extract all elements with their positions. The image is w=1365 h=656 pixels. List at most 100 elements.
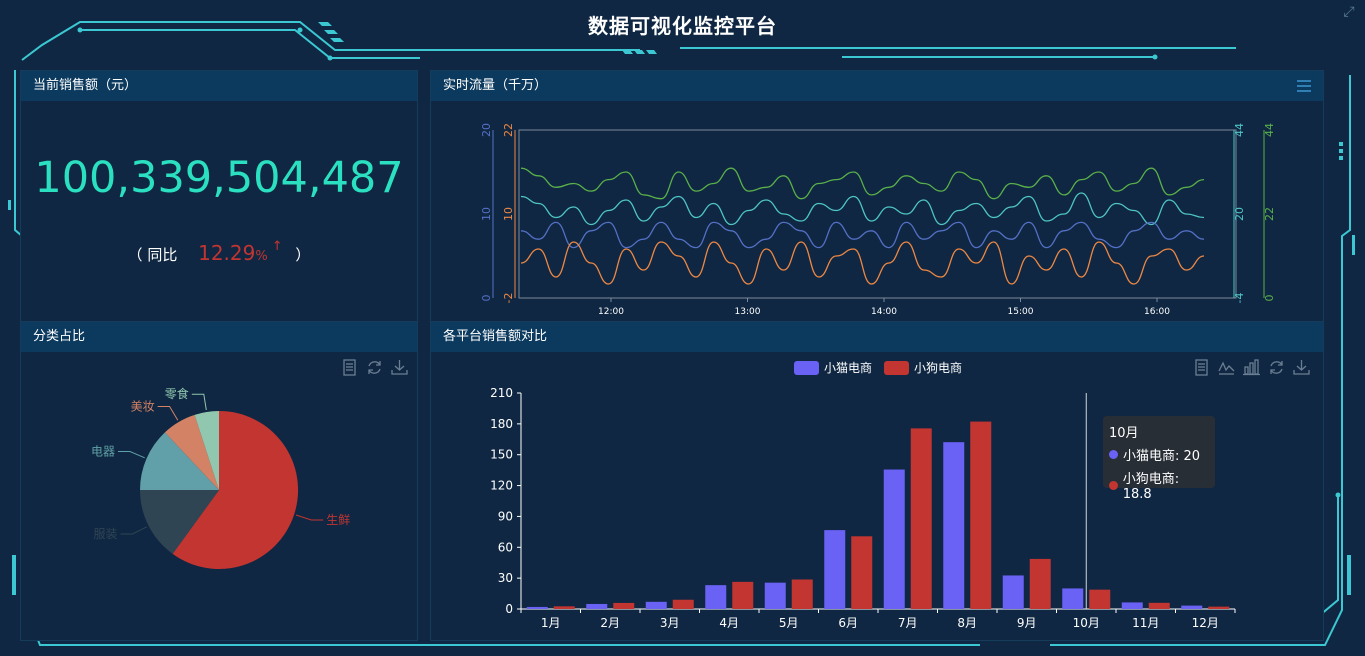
y-tick-label: 0 bbox=[1263, 295, 1276, 302]
bar bbox=[824, 530, 846, 609]
bar bbox=[1062, 588, 1084, 609]
pie-label: 电器 bbox=[91, 444, 115, 458]
y-tick-label: 0 bbox=[480, 295, 493, 302]
tooltip-dot bbox=[1109, 450, 1118, 459]
bar bbox=[645, 601, 667, 609]
x-tick-label: 5月 bbox=[779, 616, 799, 630]
series-line bbox=[520, 192, 1205, 226]
flow-line-chart: 0 10 20 -2 10 22 -4 20 44 0 22 44 12:00 13:00 14:00 15:… bbox=[480, 123, 1276, 317]
x-tick-label: 11月 bbox=[1132, 616, 1159, 630]
yoy-close: ） bbox=[295, 246, 311, 264]
panel-title: 分类占比 bbox=[21, 322, 417, 352]
x-tick-label: 10月 bbox=[1073, 616, 1100, 630]
y-tick-label: 44 bbox=[1263, 123, 1276, 137]
bar bbox=[732, 581, 754, 609]
x-tick-label: 7月 bbox=[898, 616, 918, 630]
x-tick-label: 9月 bbox=[1017, 616, 1037, 630]
pie-label: 生鲜 bbox=[326, 513, 350, 527]
x-tick-label: 2月 bbox=[600, 616, 620, 630]
plot-border bbox=[518, 129, 1237, 299]
y-tick-label: 0 bbox=[505, 602, 513, 616]
hamburger-menu-icon[interactable] bbox=[1295, 77, 1313, 95]
pie-label-line bbox=[295, 514, 324, 521]
y-tick-label: -4 bbox=[1233, 293, 1246, 304]
y-tick-label: 10 bbox=[480, 207, 493, 221]
y-tick-label: 120 bbox=[490, 479, 513, 493]
chart-tooltip: 10月 小猫电商: 20 小狗电商: 18.8 bbox=[1103, 416, 1215, 502]
x-tick-label: 3月 bbox=[660, 616, 680, 630]
series-line bbox=[520, 241, 1205, 285]
yoy-percent: 12.29 bbox=[198, 241, 256, 265]
pie-label: 美妆 bbox=[131, 400, 155, 414]
bar bbox=[1029, 558, 1051, 609]
x-tick-label: 6月 bbox=[838, 616, 858, 630]
fullscreen-icon[interactable]: ⤢ bbox=[1341, 4, 1357, 20]
y-tick-label: 20 bbox=[1233, 207, 1246, 221]
platform-sales-panel: 各平台销售额对比 小猫电商 小狗电商 0 30 60 90 120 150 180 210 1月… bbox=[430, 321, 1324, 641]
bar bbox=[613, 602, 635, 609]
tooltip-row-cat: 小猫电商: 20 bbox=[1123, 449, 1201, 464]
sales-amount: 100,339,504,487 bbox=[34, 153, 404, 203]
pie-label: 服装 bbox=[94, 527, 118, 541]
pie-label: 零食 bbox=[165, 386, 189, 401]
yoy-label: （ 同比 bbox=[127, 246, 178, 264]
bar bbox=[586, 603, 608, 609]
bar bbox=[553, 606, 575, 609]
x-tick-label: 16:00 bbox=[1144, 307, 1170, 317]
y-tick-label: 210 bbox=[490, 386, 513, 400]
bar bbox=[943, 442, 965, 609]
x-tick-label: 12月 bbox=[1192, 616, 1219, 630]
tooltip-row-dog: 小狗电商: 18.8 bbox=[1122, 472, 1180, 502]
realtime-flow-panel: 实时流量（千万） 0 10 20 -2 10 22 -4 20 44 0 22 44 12:00 13:0… bbox=[430, 70, 1324, 322]
y-tick-label: 60 bbox=[498, 540, 513, 554]
x-tick-label: 15:00 bbox=[1008, 307, 1034, 317]
x-tick-label: 12:00 bbox=[598, 307, 624, 317]
y-tick-label: 150 bbox=[490, 448, 513, 462]
bar bbox=[672, 599, 694, 609]
y-tick-label: -2 bbox=[502, 293, 515, 304]
bar bbox=[764, 582, 786, 609]
x-tick-label: 14:00 bbox=[871, 307, 897, 317]
bar bbox=[1002, 575, 1024, 609]
y-tick-label: 180 bbox=[490, 417, 513, 431]
bar bbox=[526, 606, 548, 609]
bar bbox=[910, 428, 932, 609]
bar bbox=[970, 421, 992, 609]
y-tick-label: 90 bbox=[498, 509, 513, 523]
category-share-panel: 分类占比 生鲜服装 电器 美妆 零食 bbox=[20, 321, 418, 641]
x-tick-label: 1月 bbox=[541, 616, 561, 630]
series-line bbox=[520, 167, 1205, 200]
y-tick-label: 44 bbox=[1233, 123, 1246, 137]
category-pie-chart: 生鲜服装 电器 美妆零食 bbox=[91, 386, 350, 569]
x-tick-label: 4月 bbox=[719, 616, 739, 630]
series-line bbox=[520, 221, 1205, 249]
y-tick-label: 22 bbox=[502, 123, 515, 137]
y-tick-label: 10 bbox=[502, 207, 515, 221]
pie-label-line bbox=[118, 451, 145, 459]
pie-label-line bbox=[191, 393, 207, 411]
tooltip-month: 10月 bbox=[1109, 426, 1139, 441]
bar bbox=[1181, 605, 1203, 609]
bar bbox=[705, 585, 727, 609]
y-tick-label: 30 bbox=[498, 571, 513, 585]
x-tick-label: 13:00 bbox=[735, 307, 761, 317]
bar bbox=[1121, 602, 1143, 609]
pie-label-line bbox=[120, 526, 148, 535]
y-tick-label: 22 bbox=[1263, 207, 1276, 221]
page-title: 数据可视化监控平台 bbox=[588, 14, 777, 38]
yoy-comparison: （ 同比 12.29%↑ ） bbox=[21, 239, 417, 265]
panel-title: 各平台销售额对比 bbox=[431, 322, 1323, 352]
panel-title: 当前销售额（元） bbox=[21, 71, 417, 101]
bar bbox=[1148, 602, 1170, 609]
bar bbox=[1089, 589, 1111, 609]
y-tick-label: 20 bbox=[480, 123, 493, 137]
up-arrow-icon: ↑ bbox=[271, 239, 283, 254]
bar bbox=[791, 579, 813, 609]
yoy-unit: % bbox=[255, 249, 268, 264]
bar bbox=[1208, 606, 1230, 609]
panel-title: 实时流量（千万） bbox=[431, 71, 1323, 101]
pie-label-line bbox=[157, 406, 179, 421]
bar bbox=[883, 469, 905, 609]
tooltip-dot bbox=[1109, 480, 1118, 490]
bar bbox=[851, 536, 873, 609]
